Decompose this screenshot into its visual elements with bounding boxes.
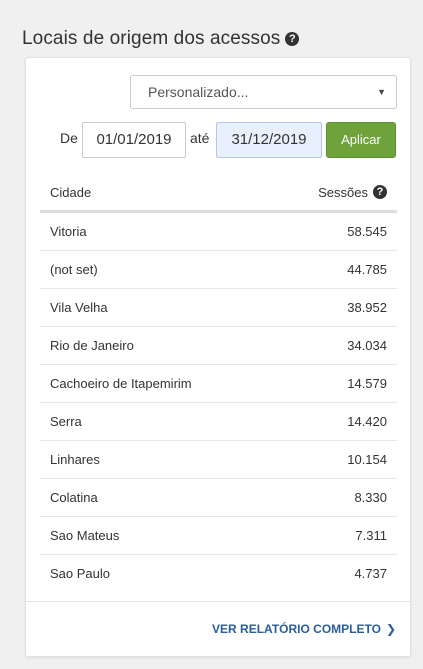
row-city: Vitoria bbox=[50, 224, 87, 239]
to-date-input[interactable]: 31/12/2019 bbox=[216, 122, 322, 158]
row-city: Sao Paulo bbox=[50, 566, 110, 581]
from-date-input[interactable]: 01/01/2019 bbox=[82, 122, 186, 158]
row-sessions: 34.034 bbox=[347, 338, 387, 353]
locations-table: Cidade Sessões ? Vitoria 58.545 (not set) 4… bbox=[40, 174, 397, 592]
row-city: Cachoeiro de Itapemirim bbox=[50, 376, 192, 391]
table-row: Vila Velha 38.952 bbox=[40, 289, 397, 327]
row-city: Serra bbox=[50, 414, 82, 429]
col-city-header: Cidade bbox=[50, 184, 92, 200]
sessions-help-icon[interactable]: ? bbox=[373, 185, 387, 199]
row-city: Rio de Janeiro bbox=[50, 338, 134, 353]
table-row: Colatina 8.330 bbox=[40, 479, 397, 517]
help-icon[interactable]: ? bbox=[285, 32, 300, 46]
row-sessions: 38.952 bbox=[347, 300, 387, 315]
period-select-value: Personalizado... bbox=[148, 84, 249, 100]
full-report-label: VER RELATÓRIO COMPLETO bbox=[212, 622, 381, 636]
from-label: De bbox=[60, 130, 78, 146]
table-row: Vitoria 58.545 bbox=[40, 213, 397, 251]
row-sessions: 14.420 bbox=[347, 414, 387, 429]
row-sessions: 4.737 bbox=[354, 566, 387, 581]
table-header: Cidade Sessões ? bbox=[40, 174, 397, 213]
row-sessions: 44.785 bbox=[347, 262, 387, 277]
row-sessions: 8.330 bbox=[354, 490, 387, 505]
full-report-link[interactable]: VER RELATÓRIO COMPLETO ❯ bbox=[212, 622, 396, 636]
table-row: Sao Paulo 4.737 bbox=[40, 555, 397, 592]
table-row: Rio de Janeiro 34.034 bbox=[40, 327, 397, 365]
table-row: Sao Mateus 7.311 bbox=[40, 517, 397, 555]
table-row: Cachoeiro de Itapemirim 14.579 bbox=[40, 365, 397, 403]
row-sessions: 14.579 bbox=[347, 376, 387, 391]
widget-card: Personalizado... ▼ De 01/01/2019 até 31/… bbox=[25, 57, 411, 657]
table-row: (not set) 44.785 bbox=[40, 251, 397, 289]
row-sessions: 58.545 bbox=[347, 224, 387, 239]
row-city: Vila Velha bbox=[50, 300, 108, 315]
apply-button[interactable]: Aplicar bbox=[326, 122, 396, 158]
card-footer: VER RELATÓRIO COMPLETO ❯ bbox=[26, 601, 410, 658]
chevron-right-icon: ❯ bbox=[385, 622, 396, 636]
col-sessions-header: Sessões bbox=[318, 184, 368, 200]
row-sessions: 10.154 bbox=[347, 452, 387, 467]
widget-title-text: Locais de origem dos acessos bbox=[22, 28, 281, 49]
row-city: Linhares bbox=[50, 452, 100, 467]
row-city: Colatina bbox=[50, 490, 98, 505]
row-city: (not set) bbox=[50, 262, 98, 277]
row-city: Sao Mateus bbox=[50, 528, 120, 543]
row-sessions: 7.311 bbox=[355, 528, 387, 543]
widget-title: Locais de origem dos acessos ? bbox=[22, 28, 300, 50]
period-select[interactable]: Personalizado... ▼ bbox=[130, 75, 397, 109]
to-label: até bbox=[190, 130, 210, 146]
caret-down-icon: ▼ bbox=[377, 87, 386, 97]
table-row: Serra 14.420 bbox=[40, 403, 397, 441]
table-row: Linhares 10.154 bbox=[40, 441, 397, 479]
